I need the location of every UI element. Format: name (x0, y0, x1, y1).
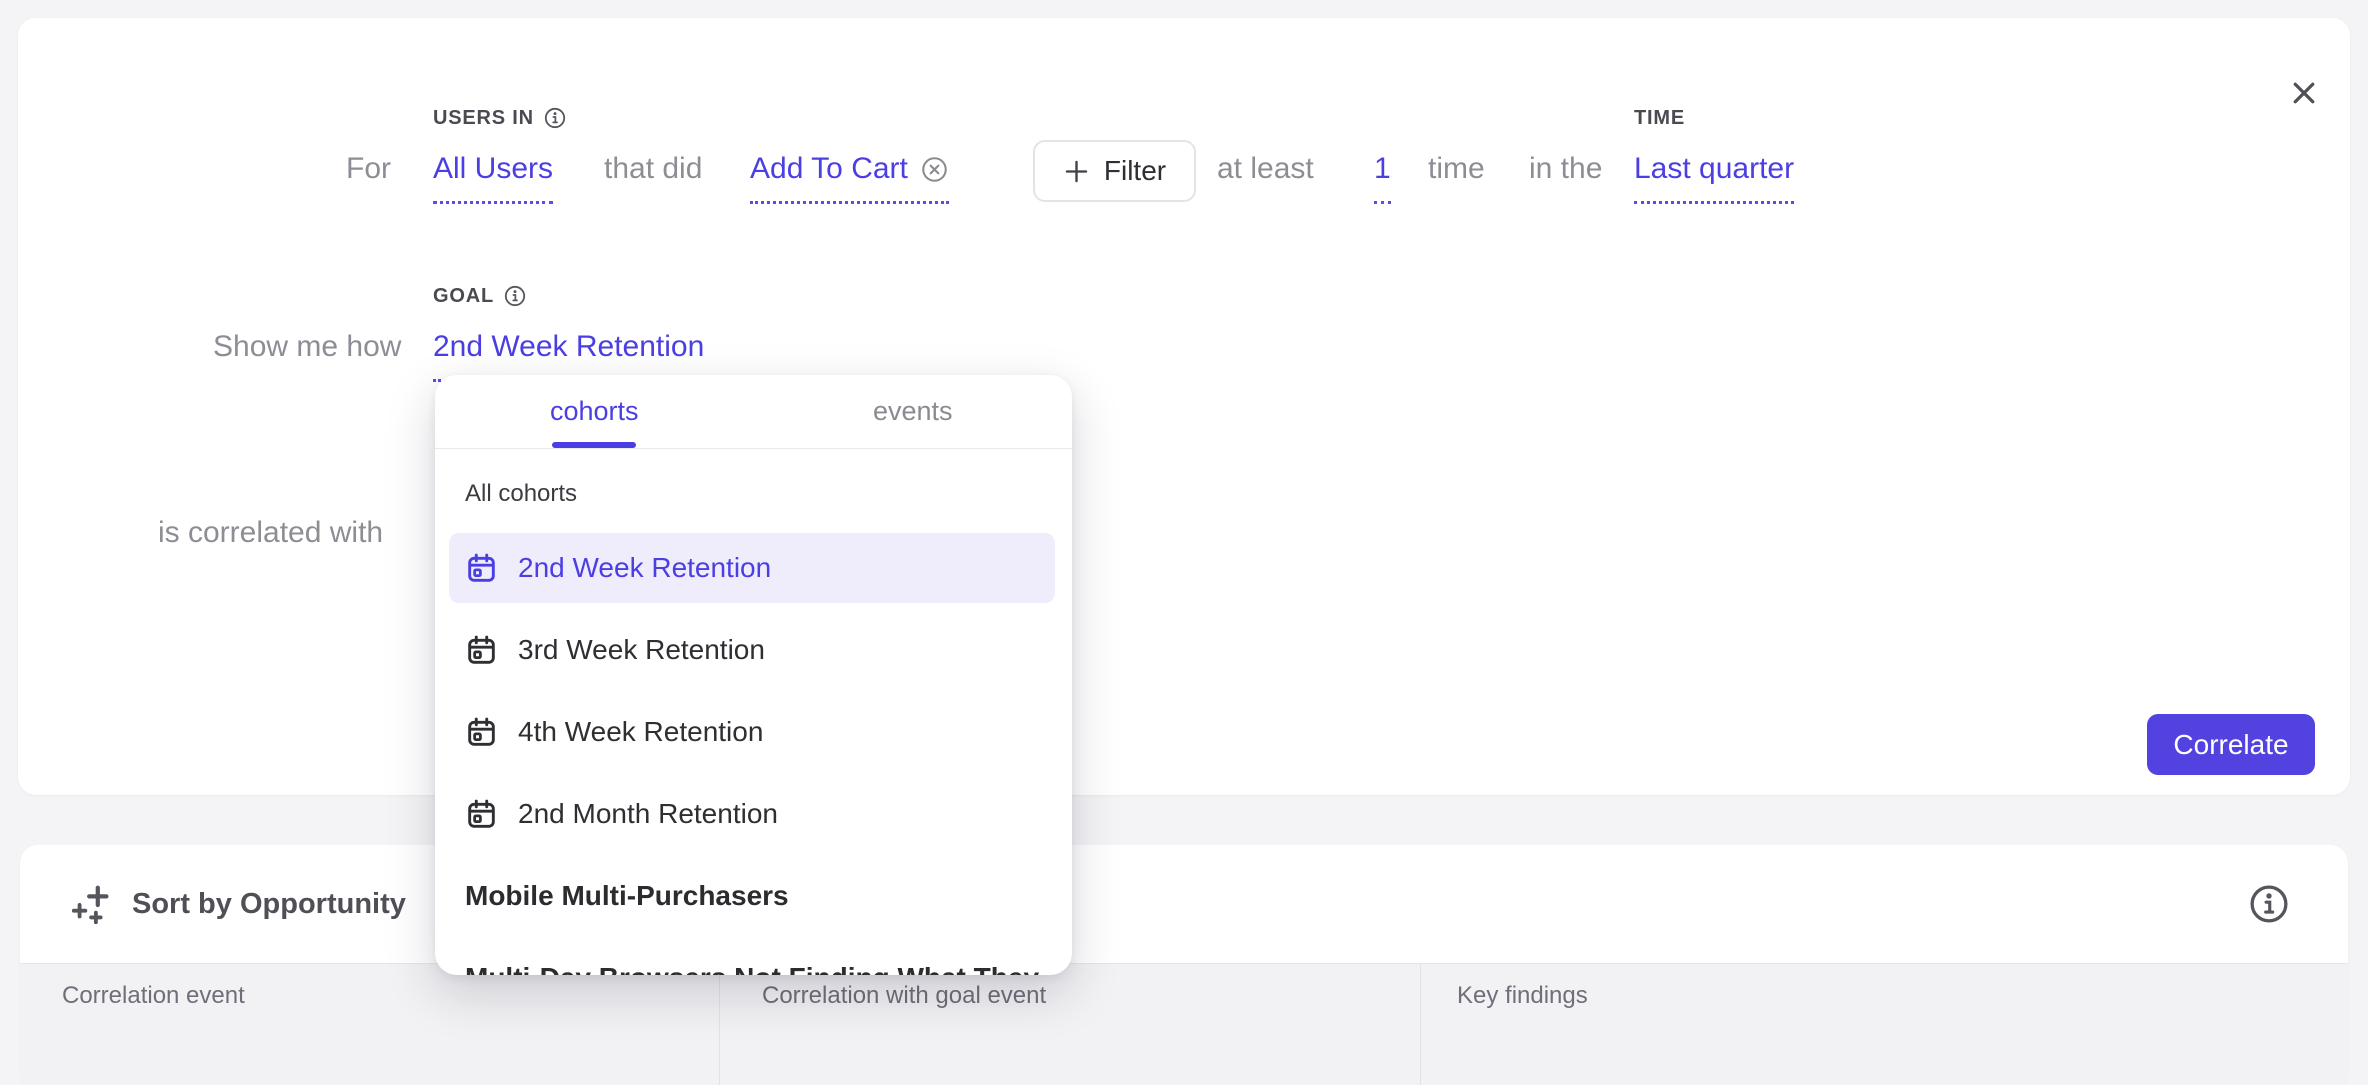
time-range-selector[interactable]: Last quarter (1634, 146, 1794, 204)
column-header-correlation-event[interactable]: Correlation event (20, 964, 719, 1085)
results-info-button[interactable] (2247, 882, 2291, 926)
list-item-label: Multi-Day Browsers Not Finding What They (465, 962, 1039, 975)
goal-label-text: GOAL (433, 284, 494, 308)
list-item-2nd-month-retention[interactable]: 2nd Month Retention (449, 779, 1055, 849)
correlation-builder-card: USERS IN TIME For All Users that did Add… (18, 18, 2350, 795)
sort-by-opportunity-label: Sort by Opportunity (132, 888, 406, 921)
close-icon (2289, 78, 2319, 108)
show-me-how-words: Show me how (213, 324, 401, 370)
results-toolbar: Sort by Opportunity (20, 845, 2348, 963)
tab-cohorts[interactable]: cohorts (435, 375, 754, 448)
calendar-icon (465, 716, 498, 749)
active-tab-indicator (435, 442, 754, 448)
list-item-label: 2nd Month Retention (518, 798, 778, 830)
info-icon (2247, 882, 2291, 926)
results-card: Sort by Opportunity Correlation event Co… (20, 845, 2348, 1085)
list-item-mobile-multi-purchasers[interactable]: Mobile Multi-Purchasers (449, 861, 1055, 931)
circle-x-icon[interactable] (920, 155, 949, 184)
add-filter-button[interactable]: Filter (1033, 140, 1196, 202)
cohort-selector[interactable]: All Users (433, 146, 553, 204)
event-value: Add To Cart (750, 146, 908, 192)
time-label-text: TIME (1634, 106, 1685, 130)
column-header-key-findings[interactable]: Key findings (1420, 964, 2348, 1085)
calendar-icon (465, 634, 498, 667)
is-correlated-with-words: is correlated with (158, 510, 383, 556)
plus-icon (1063, 158, 1090, 185)
users-in-label: USERS IN (433, 106, 567, 130)
sparkle-plus-icon (70, 881, 116, 927)
calendar-icon (465, 552, 498, 585)
list-item-label: Mobile Multi-Purchasers (465, 880, 789, 912)
time-word: time (1428, 146, 1485, 192)
time-label: TIME (1634, 106, 1685, 130)
event-selector[interactable]: Add To Cart (750, 146, 949, 204)
correlate-button[interactable]: Correlate (2147, 714, 2315, 775)
list-item-multi-day-browsers[interactable]: Multi-Day Browsers Not Finding What They (449, 943, 1055, 975)
goal-selector[interactable]: 2nd Week Retention (433, 324, 704, 382)
results-table-header: Correlation event Correlation with goal … (20, 963, 2348, 1085)
dropdown-tabs: cohorts events (435, 375, 1072, 449)
list-item-4th-week-retention[interactable]: 4th Week Retention (449, 697, 1055, 767)
at-least-words: at least (1217, 146, 1314, 192)
in-the-words: in the (1529, 146, 1602, 192)
goal-picker-dropdown: cohorts events All cohorts 2nd Week Rete… (435, 375, 1072, 975)
list-item-2nd-week-retention[interactable]: 2nd Week Retention (449, 533, 1055, 603)
list-item-3rd-week-retention[interactable]: 3rd Week Retention (449, 615, 1055, 685)
info-icon[interactable] (543, 106, 567, 130)
calendar-icon (465, 798, 498, 831)
cohorts-section-label: All cohorts (465, 479, 1072, 509)
list-item-label: 4th Week Retention (518, 716, 763, 748)
goal-label: GOAL (433, 284, 527, 308)
tab-events[interactable]: events (754, 375, 1073, 448)
sort-by-opportunity-button[interactable]: Sort by Opportunity (70, 845, 406, 963)
users-in-label-text: USERS IN (433, 106, 534, 130)
cohort-list: 2nd Week Retention 3rd Week Retention 4t… (435, 533, 1072, 975)
filter-button-label: Filter (1104, 155, 1166, 187)
list-item-label: 2nd Week Retention (518, 552, 771, 584)
for-word: For (346, 146, 391, 192)
count-selector[interactable]: 1 (1374, 146, 1391, 204)
that-did-words: that did (604, 146, 702, 192)
list-item-label: 3rd Week Retention (518, 634, 765, 666)
column-header-correlation-with-goal-event[interactable]: Correlation with goal event (719, 964, 1420, 1085)
close-button[interactable] (2281, 70, 2327, 116)
info-icon[interactable] (503, 284, 527, 308)
